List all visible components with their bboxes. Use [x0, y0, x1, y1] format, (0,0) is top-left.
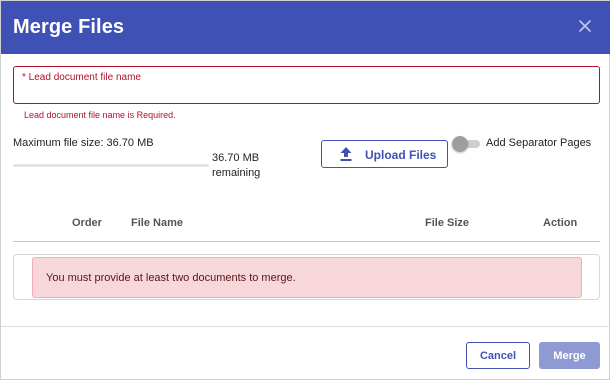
close-icon[interactable] — [577, 18, 593, 34]
column-header-file-size: File Size — [425, 217, 470, 229]
remaining-size-text: 36.70 MB remaining — [212, 152, 261, 179]
upload-icon — [339, 146, 353, 162]
cancel-button[interactable]: Cancel — [466, 342, 530, 369]
dialog-title: Merge Files — [13, 16, 125, 38]
merge-files-dialog: Merge Files * Lead document file name Le… — [0, 0, 610, 380]
toggle-knob — [452, 136, 468, 152]
storage-progress-bar — [13, 164, 209, 167]
empty-list-message: You must provide at least two documents … — [46, 272, 296, 284]
lead-document-input[interactable] — [22, 85, 587, 101]
separator-pages-label: Add Separator Pages — [486, 137, 592, 149]
max-file-size-text: Maximum file size: 36.70 MB — [13, 137, 154, 149]
lead-document-label: * Lead document file name — [22, 72, 141, 83]
table-header-divider — [13, 241, 600, 242]
separator-pages-toggle[interactable] — [452, 136, 480, 152]
lead-document-error: Lead document file name is Required. — [24, 110, 176, 120]
column-header-action: Action — [543, 217, 578, 229]
footer-divider — [1, 326, 610, 327]
upload-files-label: Upload Files — [365, 148, 437, 162]
empty-list-alert: You must provide at least two documents … — [32, 257, 582, 298]
dialog-header: Merge Files — [1, 1, 610, 54]
column-header-file-name: File Name — [131, 217, 183, 229]
lead-document-field[interactable]: * Lead document file name — [13, 66, 600, 104]
merge-button[interactable]: Merge — [539, 342, 600, 369]
upload-files-button[interactable]: Upload Files — [321, 140, 448, 168]
column-header-order: Order — [72, 217, 102, 229]
